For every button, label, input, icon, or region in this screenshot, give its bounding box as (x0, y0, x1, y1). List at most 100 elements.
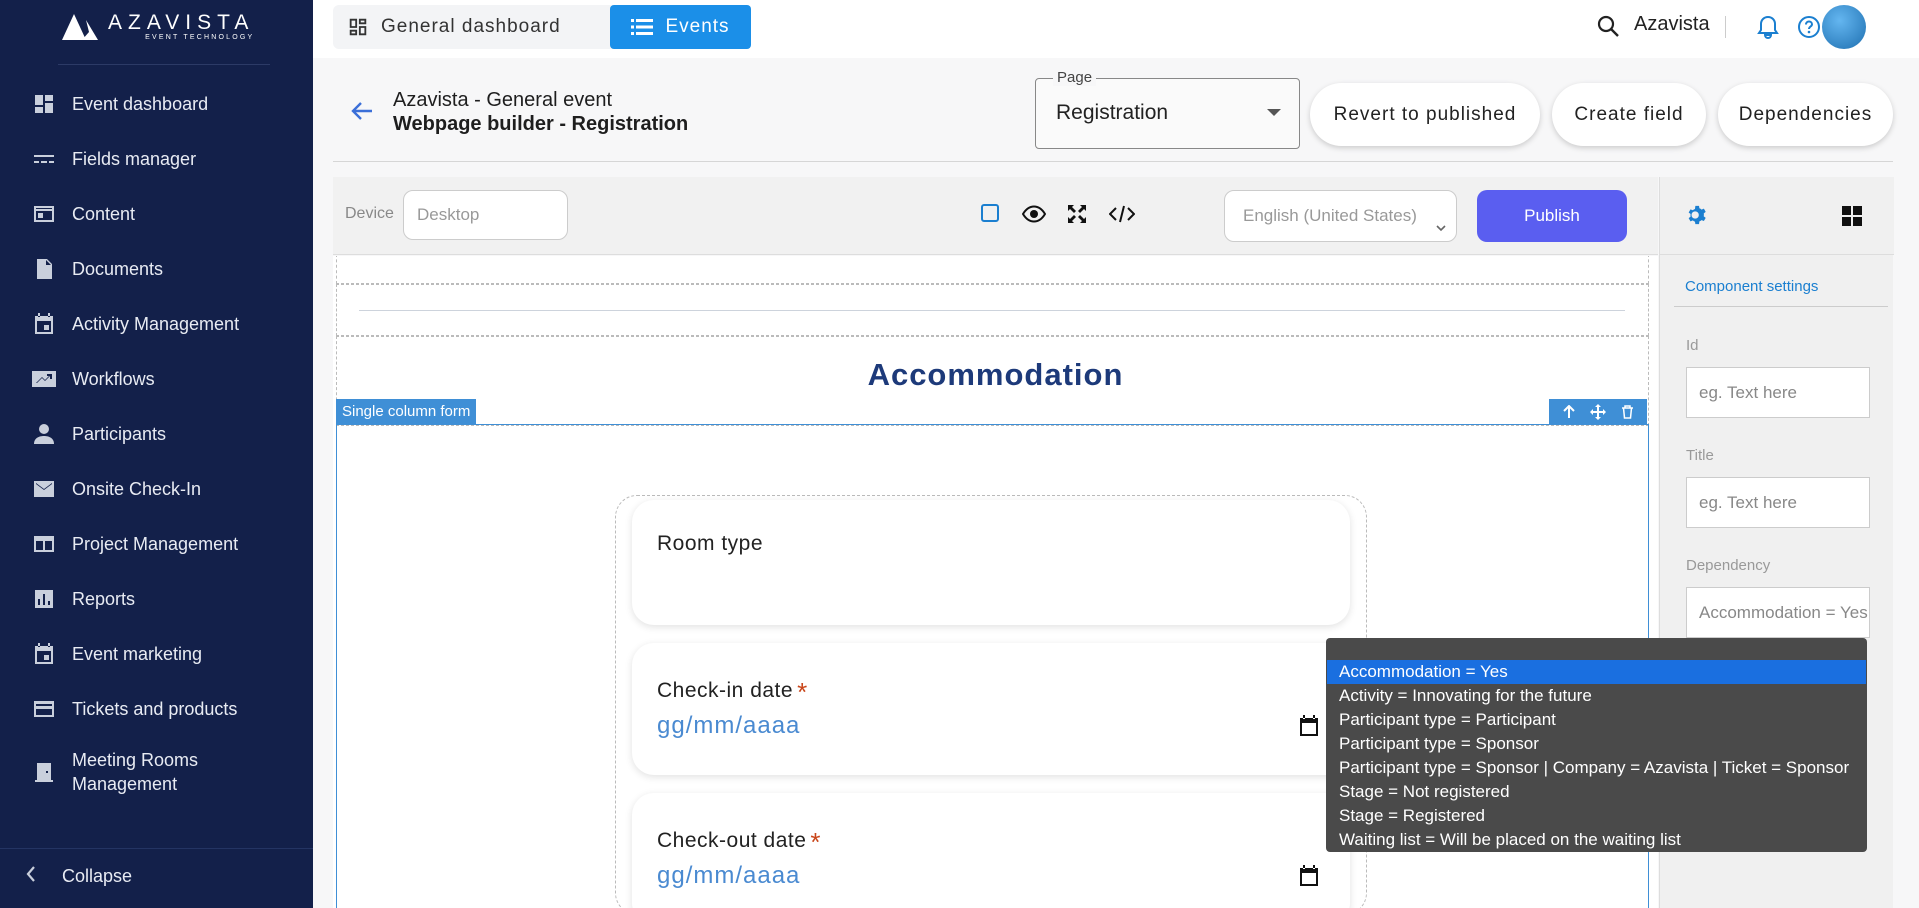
title-label: Title (1686, 447, 1714, 464)
dashboard-icon (31, 91, 57, 117)
dependencies-button[interactable]: Dependencies (1718, 83, 1893, 146)
move-up-icon[interactable] (1562, 405, 1576, 419)
delete-icon[interactable] (1621, 405, 1634, 419)
sidebar-item-meeting-rooms-management[interactable]: Meeting Rooms Management (0, 736, 313, 808)
sidebar-item-label: Tickets and products (72, 698, 238, 719)
tab-general-dashboard-label: General dashboard (381, 16, 561, 37)
gear-icon[interactable] (1686, 204, 1708, 231)
tab-events-label: Events (665, 16, 730, 37)
publish-button[interactable]: Publish (1477, 190, 1627, 242)
sidebar-item-label: Event marketing (72, 643, 203, 664)
sidebar-item-activity-management[interactable]: Activity Management (0, 296, 313, 351)
sidebar-item-label: Documents (72, 258, 164, 279)
language-select[interactable]: English (United States) (1224, 190, 1457, 242)
page-select[interactable]: Page Registration (1035, 69, 1300, 149)
sidebar-item-fields-manager[interactable]: Fields manager (0, 131, 313, 186)
dependency-option[interactable]: Activity = Innovating for the future (1327, 684, 1866, 708)
field-check-in-date[interactable]: Check-in date * gg/mm/aaaa (632, 643, 1350, 775)
sidebar-item-label: Project Management (72, 533, 239, 554)
field-label: Check-in date * (657, 677, 808, 707)
sidebar-item-tickets-and-products[interactable]: Tickets and products (0, 681, 313, 736)
sidebar-item-reports[interactable]: Reports (0, 571, 313, 626)
dependency-option[interactable]: Stage = Not registered (1327, 780, 1866, 804)
user-name[interactable]: Azavista (1634, 13, 1710, 36)
fullscreen-icon[interactable] (1067, 204, 1087, 229)
field-room-type[interactable]: Room type (632, 500, 1350, 625)
check-in-date-input[interactable]: gg/mm/aaaa (657, 712, 800, 740)
section-title[interactable]: Accommodation (333, 357, 1658, 393)
tab-underline (1674, 306, 1888, 307)
block-outline[interactable] (336, 256, 1649, 284)
sidebar-item-content[interactable]: Content (0, 186, 313, 241)
revert-to-published-button[interactable]: Revert to published (1310, 83, 1540, 146)
sidebar-item-participants[interactable]: Participants (0, 406, 313, 461)
title-input[interactable]: eg. Text here (1686, 477, 1870, 528)
required-mark: * (797, 677, 808, 707)
collapse-button[interactable]: Collapse (0, 848, 313, 904)
dependency-select[interactable]: Accommodation = Yes (1686, 587, 1870, 638)
drag-move-icon[interactable] (1590, 404, 1607, 420)
dependency-option[interactable]: Waiting list = Will be placed on the wai… (1327, 828, 1866, 852)
component-label: Single column form (336, 399, 477, 425)
code-view-icon[interactable] (1108, 205, 1136, 228)
door-icon (31, 759, 57, 785)
tab-component-settings[interactable]: Component settings (1685, 278, 1818, 295)
sidebar-item-workflows[interactable]: Workflows (0, 351, 313, 406)
bell-icon[interactable] (1757, 15, 1779, 44)
topbar-divider (1725, 16, 1726, 38)
id-input[interactable]: eg. Text here (1686, 367, 1870, 418)
sidebar-item-event-dashboard[interactable]: Event dashboard (0, 76, 313, 131)
field-check-out-date[interactable]: Check-out date * gg/mm/aaaa (632, 793, 1350, 908)
sidebar-item-label: Meeting Rooms Management (72, 750, 199, 794)
sidebar-item-onsite-check-in[interactable]: Onsite Check-In (0, 461, 313, 516)
chevron-left-icon (24, 864, 38, 889)
dependency-option[interactable]: Participant type = Sponsor | Company = A… (1327, 756, 1866, 780)
sidebar-nav: Event dashboard Fields manager Content D… (0, 76, 313, 808)
brand-tagline: EVENT TECHNOLOGY (145, 33, 255, 41)
logo-divider (58, 64, 270, 65)
person-icon (31, 421, 57, 447)
main-tabs: General dashboard Events (333, 5, 751, 49)
calendar-icon[interactable] (1298, 865, 1320, 892)
preview-eye-icon[interactable] (1021, 205, 1047, 228)
calendar-icon[interactable] (1298, 715, 1320, 742)
dependency-option[interactable]: Participant type = Participant (1327, 708, 1866, 732)
create-field-button[interactable]: Create field (1552, 83, 1706, 146)
back-arrow-icon[interactable] (350, 100, 374, 127)
sidebar-item-label: Onsite Check-In (72, 478, 202, 499)
list-icon (631, 19, 654, 35)
azavista-logo[interactable]: AZAVISTA EVENT TECHNOLOGY (62, 12, 254, 42)
workflow-icon (31, 366, 57, 392)
device-select[interactable]: Desktop (403, 190, 568, 240)
dashboard-icon (349, 18, 367, 36)
page-select-label: Page (1053, 69, 1097, 86)
check-out-date-input[interactable]: gg/mm/aaaa (657, 862, 800, 890)
sidebar-item-label: Workflows (72, 368, 155, 389)
caret-down-icon (1267, 109, 1281, 116)
blocks-grid-icon[interactable] (1841, 205, 1863, 232)
dependency-option[interactable]: Stage = Registered (1327, 804, 1866, 828)
help-icon[interactable] (1797, 15, 1821, 44)
sidebar-item-label: Reports (72, 588, 136, 609)
outline-toggle-icon[interactable] (981, 204, 999, 227)
language-select-value: English (United States) (1243, 206, 1417, 225)
sidebar-item-label: Event dashboard (72, 93, 209, 114)
sidebar-item-event-marketing[interactable]: Event marketing (0, 626, 313, 681)
event-name: Azavista - General event (393, 89, 612, 111)
tab-events[interactable]: Events (610, 5, 751, 49)
id-label: Id (1686, 337, 1699, 354)
project-icon (31, 531, 57, 557)
search-icon[interactable] (1596, 14, 1620, 43)
header-divider (333, 161, 1893, 162)
chart-icon (31, 586, 57, 612)
top-bar: General dashboard Events Azavista (313, 0, 1919, 58)
content-icon (31, 201, 57, 227)
sidebar-item-project-management[interactable]: Project Management (0, 516, 313, 571)
dependency-option[interactable]: Participant type = Sponsor (1327, 732, 1866, 756)
page-title: Webpage builder - Registration (393, 113, 689, 135)
dependency-option[interactable]: Accommodation = Yes (1327, 660, 1866, 684)
tab-general-dashboard[interactable]: General dashboard (333, 5, 575, 49)
avatar[interactable] (1822, 5, 1866, 49)
sidebar-item-documents[interactable]: Documents (0, 241, 313, 296)
document-icon (31, 256, 57, 282)
